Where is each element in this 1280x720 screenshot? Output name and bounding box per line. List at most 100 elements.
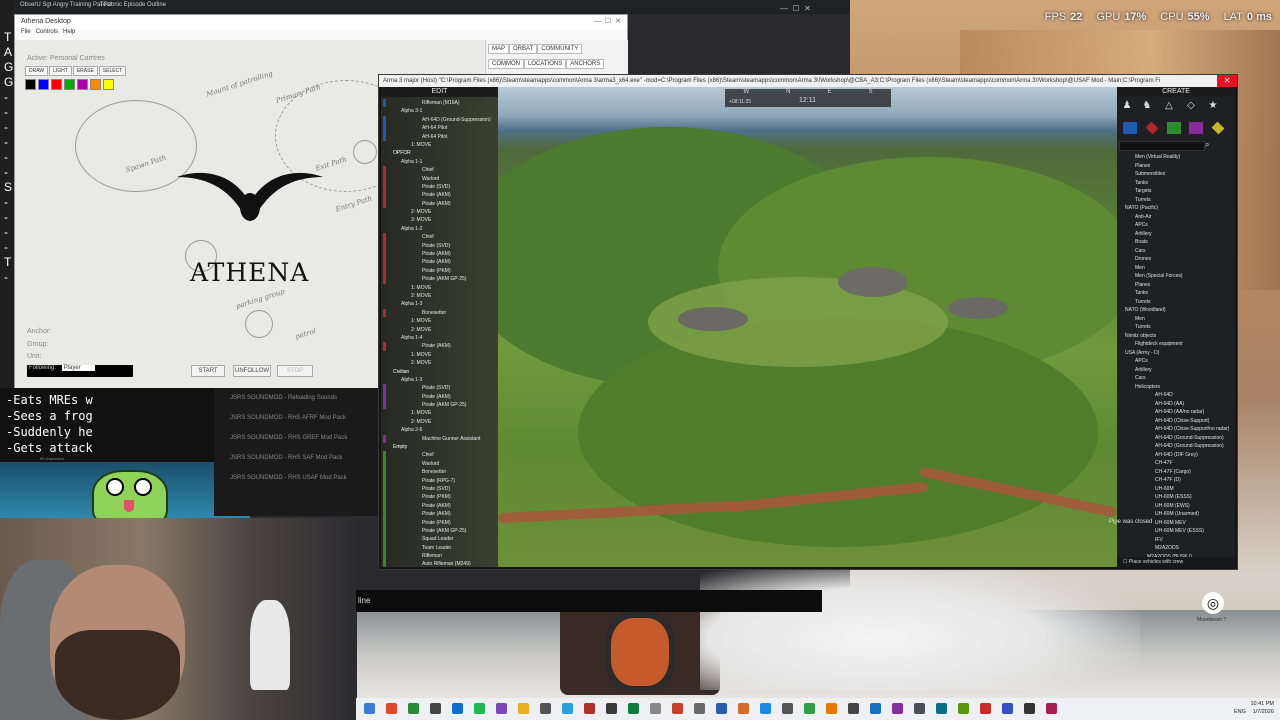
asset-item[interactable]: AH-64D (AA) <box>1117 400 1235 409</box>
tree-unit[interactable]: Pirate (SVD) <box>383 182 498 192</box>
asset-item[interactable]: APCs <box>1117 357 1235 366</box>
tree-unit[interactable]: Chief <box>383 166 498 175</box>
taskbar-app-icon[interactable] <box>936 703 947 714</box>
tree-waypoint[interactable]: 2: MOVE <box>381 208 498 216</box>
color-swatch-red[interactable] <box>51 79 62 90</box>
triggers-icon[interactable]: △ <box>1163 100 1175 112</box>
tree-waypoint[interactable]: 2: MOVE <box>381 418 498 426</box>
asset-item[interactable]: AH-64D (Ground-Suppression) <box>1117 442 1235 451</box>
tree-group[interactable]: Alpha 1-1 <box>381 158 498 166</box>
asset-item[interactable]: Tanks <box>1117 179 1235 188</box>
units-icon[interactable]: ♟ <box>1121 100 1133 112</box>
asset-item[interactable]: Boats <box>1117 238 1235 247</box>
asset-item[interactable]: Cars <box>1117 374 1235 383</box>
tree-group[interactable]: Alpha 3-1 <box>381 107 498 115</box>
asset-item[interactable]: CH-47F (D) <box>1117 476 1235 485</box>
taskbar-app-icon[interactable] <box>408 703 419 714</box>
tree-unit[interactable]: Pirate (SVD) <box>383 484 498 494</box>
tree-unit[interactable]: Pirate (AKM) <box>383 191 498 200</box>
obs-icon[interactable]: ◎ <box>1202 592 1224 614</box>
taskbar-app-icon[interactable] <box>628 703 639 714</box>
taskbar-app-icon[interactable] <box>914 703 925 714</box>
taskbar-app-icon[interactable] <box>364 703 375 714</box>
asset-item[interactable]: Anti-Air <box>1117 213 1235 222</box>
side-civ-button[interactable] <box>1189 122 1203 134</box>
asset-item[interactable]: M2A2ODS <box>1117 544 1235 553</box>
tab-map[interactable]: MAP <box>488 44 510 54</box>
tab-anchors[interactable]: ANCHORS <box>566 59 605 69</box>
asset-item[interactable]: UH-60M (ESSS) <box>1117 493 1235 502</box>
asset-faction[interactable]: USA (Army - D) <box>1117 349 1235 358</box>
asset-item[interactable]: Planes <box>1117 162 1235 171</box>
tree-unit[interactable]: AH-64D (Ground-Suppression) <box>383 115 498 125</box>
tree-unit[interactable]: Pirate (AKM) <box>383 510 498 519</box>
asset-item[interactable]: Turrets <box>1117 196 1235 205</box>
tree-unit[interactable]: Pirate (AKM) <box>383 258 498 267</box>
taskbar-app-icon[interactable] <box>650 703 661 714</box>
taskbar-app-icon[interactable] <box>430 703 441 714</box>
menu-help[interactable]: Help <box>63 29 75 35</box>
unfollow-button[interactable]: UNFOLLOW <box>233 365 271 377</box>
tree-unit[interactable]: Pirate (AKM GP-25) <box>383 275 498 284</box>
tray-language[interactable]: ENG <box>1234 709 1246 715</box>
tree-unit[interactable]: AH-64 Pilot <box>383 124 498 133</box>
asset-item[interactable]: Artillery <box>1117 366 1235 375</box>
asset-faction[interactable]: NATO (Woodland) <box>1117 306 1235 315</box>
asset-item[interactable]: Drones <box>1117 255 1235 264</box>
place-with-crew-option[interactable]: ☐ Place vehicles with crew <box>1117 557 1235 567</box>
window-controls[interactable]: — ☐ ✕ <box>780 4 811 13</box>
asset-item[interactable]: Turrets <box>1117 298 1235 307</box>
asset-item[interactable]: AH-64D (Close-Support) <box>1117 417 1235 426</box>
tree-unit[interactable]: Warlord <box>383 174 498 183</box>
tree-unit[interactable]: Team Leader <box>383 543 498 553</box>
taskbar-app-icon[interactable] <box>1046 703 1057 714</box>
asset-item[interactable]: UH-60M (EWS) <box>1117 502 1235 511</box>
tree-waypoint[interactable]: 2: MOVE <box>381 326 498 334</box>
asset-faction[interactable]: NATO (Pacific) <box>1117 204 1235 213</box>
taskbar-app-icon[interactable] <box>980 703 991 714</box>
close-icon[interactable]: ✕ <box>1217 75 1237 87</box>
start-button[interactable]: START <box>191 365 225 377</box>
tree-waypoint[interactable]: 1: MOVE <box>381 141 498 149</box>
mod-list-item[interactable]: JSRS SOUNDMOD - RHS GREF Mod Pack <box>214 428 378 448</box>
tree-unit[interactable]: Squad Leader <box>383 535 498 544</box>
select-tool-button[interactable]: SELECT <box>98 66 127 76</box>
taskbar-app-icon[interactable] <box>826 703 837 714</box>
color-swatch-yellow[interactable] <box>103 79 114 90</box>
tree-unit[interactable]: AH-64 Pilot <box>383 132 498 141</box>
color-swatch-black[interactable] <box>25 79 36 90</box>
asset-item[interactable]: CH-47F <box>1117 459 1235 468</box>
taskbar-app-icon[interactable] <box>452 703 463 714</box>
tree-waypoint[interactable]: 2: MOVE <box>381 292 498 300</box>
tree-unit[interactable]: Pirate (AKM GP-25) <box>383 401 498 410</box>
tree-unit[interactable]: Pirate (AKM) <box>383 342 498 351</box>
asset-item[interactable]: Artillery <box>1117 230 1235 239</box>
asset-item[interactable]: Cars <box>1117 247 1235 256</box>
side-indep-button[interactable] <box>1167 122 1181 134</box>
tree-unit[interactable]: Chief <box>383 451 498 460</box>
taskbar-app-icon[interactable] <box>804 703 815 714</box>
tree-unit[interactable]: Pirate (RPG-7) <box>383 476 498 485</box>
tree-side[interactable]: Empty <box>381 443 498 451</box>
asset-item[interactable]: AH-64D (DIF Grey) <box>1117 451 1235 460</box>
taskbar-app-icon[interactable] <box>606 703 617 714</box>
taskbar-app-icon[interactable] <box>738 703 749 714</box>
tree-waypoint[interactable]: 1: MOVE <box>381 351 498 359</box>
tree-group[interactable]: Alpha 1-3 <box>381 376 498 384</box>
tree-unit[interactable]: Bonesetter <box>383 468 498 477</box>
asset-item[interactable]: Targets <box>1117 187 1235 196</box>
tree-waypoint[interactable]: 1: MOVE <box>381 317 498 325</box>
tree-group[interactable]: Alpha 1-4 <box>381 334 498 342</box>
mod-list-item[interactable]: JSRS SOUNDMOD - Reloading Sounds <box>214 388 378 408</box>
side-empty-button[interactable] <box>1211 121 1225 135</box>
search-icon[interactable]: ⌕ <box>1205 140 1209 150</box>
tree-unit[interactable]: Pirate (PKM) <box>383 266 498 276</box>
asset-item[interactable]: Planes <box>1117 281 1235 290</box>
asset-item[interactable]: AH-64D (AA/no radar) <box>1117 408 1235 417</box>
3d-viewport[interactable]: WNES +08:11:25 12:11 <box>498 87 1117 567</box>
taskbar-app-icon[interactable] <box>694 703 705 714</box>
taskbar-app-icon[interactable] <box>782 703 793 714</box>
tree-unit[interactable]: Pirate (AKM) <box>383 199 498 209</box>
tree-unit[interactable]: Machine Gunner Assistant <box>383 434 498 444</box>
asset-item[interactable]: Men <box>1117 315 1235 324</box>
